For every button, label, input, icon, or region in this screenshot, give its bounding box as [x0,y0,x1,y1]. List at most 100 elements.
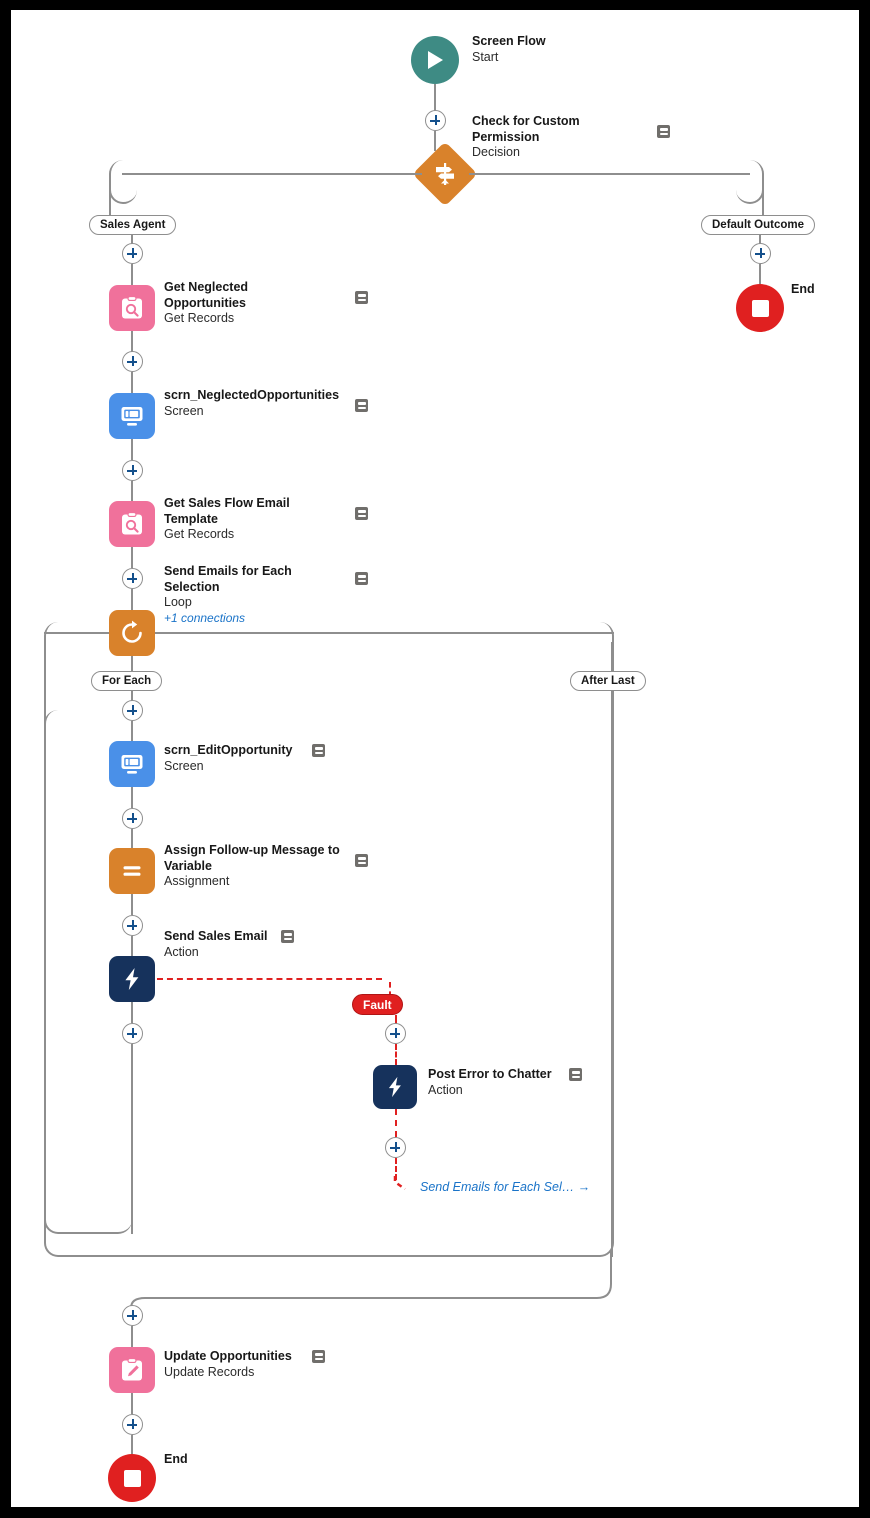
branch-label-sales-agent[interactable]: Sales Agent [89,215,177,235]
assignment-details-icon[interactable] [355,854,368,867]
connector-loop-to-foreach [131,656,133,672]
branch-label-fault[interactable]: Fault [352,994,403,1015]
end-label-right: End [791,282,815,296]
get-neglected-opportunities-node[interactable] [109,285,155,331]
connector-getneg-to-plus [131,331,133,352]
connector-update-to-plus [131,1393,133,1414]
start-label: Screen Flow Start [472,34,622,65]
stop-icon [751,299,769,317]
decision-details-icon[interactable] [657,125,670,138]
add-element-button-4[interactable] [122,460,143,481]
loop-label: Send Emails for Each Selection Loop +1 c… [164,564,304,626]
clipboard-search-icon [122,296,142,319]
add-element-button-1[interactable] [425,110,446,131]
scrn-neglected-label: scrn_NeglectedOpportunities Screen [164,388,344,419]
connector-afterlast-top [611,642,613,672]
update-opportunities-subtitle: Update Records [164,1364,255,1379]
connector-plus2-to-getneg [131,264,133,285]
flow-builder-canvas-frame: Screen Flow Start Check for Custom Permi… [0,0,870,1518]
stop-icon [123,1469,141,1487]
add-element-button-5[interactable] [122,568,143,589]
connector-scrnedit-to-plus [131,787,133,808]
get-sales-flow-email-template-node[interactable] [109,501,155,547]
end-node-right[interactable] [736,284,784,332]
add-element-button-9[interactable] [122,1023,143,1044]
connector-sendemail-to-plus [131,1002,133,1023]
clipboard-pencil-icon [122,1358,142,1381]
update-opportunities-details-icon[interactable] [312,1350,325,1363]
send-sales-email-details-icon[interactable] [281,930,294,943]
add-element-button-8[interactable] [122,915,143,936]
scrn-edit-opportunity-node[interactable] [109,741,155,787]
branch-label-for-each[interactable]: For Each [91,671,163,691]
send-sales-email-subtitle: Action [164,944,199,959]
add-element-button-11[interactable] [122,1414,143,1435]
send-sales-email-node[interactable] [109,956,155,1002]
connector-assign-to-plus [131,894,133,915]
update-opportunities-node[interactable] [109,1347,155,1393]
scrn-neglected-opportunities-node[interactable] [109,393,155,439]
get-email-template-details-icon[interactable] [355,507,368,520]
goto-label: Send Emails for Each Sel… [420,1180,575,1194]
signpost-icon [422,151,468,197]
get-email-template-title: Get Sales Flow Email Template [164,496,290,526]
loop-exit-path [130,1250,612,1312]
add-element-button-7[interactable] [122,808,143,829]
loop-left-entry-line [44,632,109,634]
equals-icon [123,866,141,876]
scrn-neglected-details-icon[interactable] [355,399,368,412]
play-icon [428,51,443,69]
post-error-details-icon[interactable] [569,1068,582,1081]
start-node[interactable] [411,36,459,84]
scrn-neglected-subtitle: Screen [164,403,204,418]
monitor-icon [121,755,143,774]
get-email-template-label: Get Sales Flow Email Template Get Record… [164,496,304,543]
start-subtitle: Start [472,49,499,64]
add-element-button-3[interactable] [122,351,143,372]
fault-connector-plus-to-action [395,1044,397,1065]
loop-right-exit-line [155,632,614,634]
scrn-edit-details-icon[interactable] [312,744,325,757]
connector-plus-to-end-right [759,264,761,284]
connector-plus5-to-loop [131,589,133,610]
loop-details-icon[interactable] [355,572,368,585]
get-email-template-subtitle: Get Records [164,527,235,541]
flow-canvas[interactable]: Screen Flow Start Check for Custom Permi… [11,10,859,1507]
branch-label-default-outcome[interactable]: Default Outcome [701,215,816,235]
lightning-icon [125,968,139,990]
connector-left-branch [109,190,111,216]
branch-label-after-last[interactable]: After Last [570,671,646,691]
post-error-to-chatter-node[interactable] [373,1065,417,1109]
add-element-button-2[interactable] [122,243,143,264]
decision-elbow-right [736,160,764,204]
connector-plus9-down [131,1044,133,1234]
add-element-button-fault[interactable] [385,1023,406,1044]
loop-subtitle: Loop [164,595,192,609]
get-neglected-details-icon[interactable] [355,291,368,304]
decision-branch-line-right [469,173,750,175]
scrn-neglected-title: scrn_NeglectedOpportunities [164,388,340,402]
connector-plus10-to-update [131,1326,133,1347]
fault-connector-action-to-plus2 [395,1109,397,1137]
add-element-button-10[interactable] [122,1305,143,1326]
goto-link[interactable]: Send Emails for Each Sel… → [420,1180,590,1194]
connector-plus4-to-gettmpl [131,481,133,501]
connector-start-to-decision [434,84,436,112]
start-title: Screen Flow [472,34,546,48]
end-node-bottom[interactable] [108,1454,156,1502]
assignment-title: Assign Follow-up Message to Variable [164,843,340,873]
get-neglected-opportunities-label: Get Neglected Opportunities Get Records [164,280,284,327]
goto-arrow-icon: → [577,1180,591,1194]
add-element-button-right[interactable] [750,243,771,264]
monitor-icon [121,407,143,426]
assignment-node[interactable] [109,848,155,894]
decision-label: Check for Custom Permission Decision [472,114,602,161]
connector-plus11-to-end [131,1435,133,1454]
send-sales-email-title: Send Sales Email [164,929,268,943]
connector-plus3-to-scrnneg [131,372,133,393]
add-element-button-fault-2[interactable] [385,1137,406,1158]
get-neglected-title: Get Neglected Opportunities [164,280,249,310]
connector-gettmpl-to-plus [131,547,133,568]
get-neglected-subtitle: Get Records [164,311,235,325]
connector-right-branch [762,190,764,216]
